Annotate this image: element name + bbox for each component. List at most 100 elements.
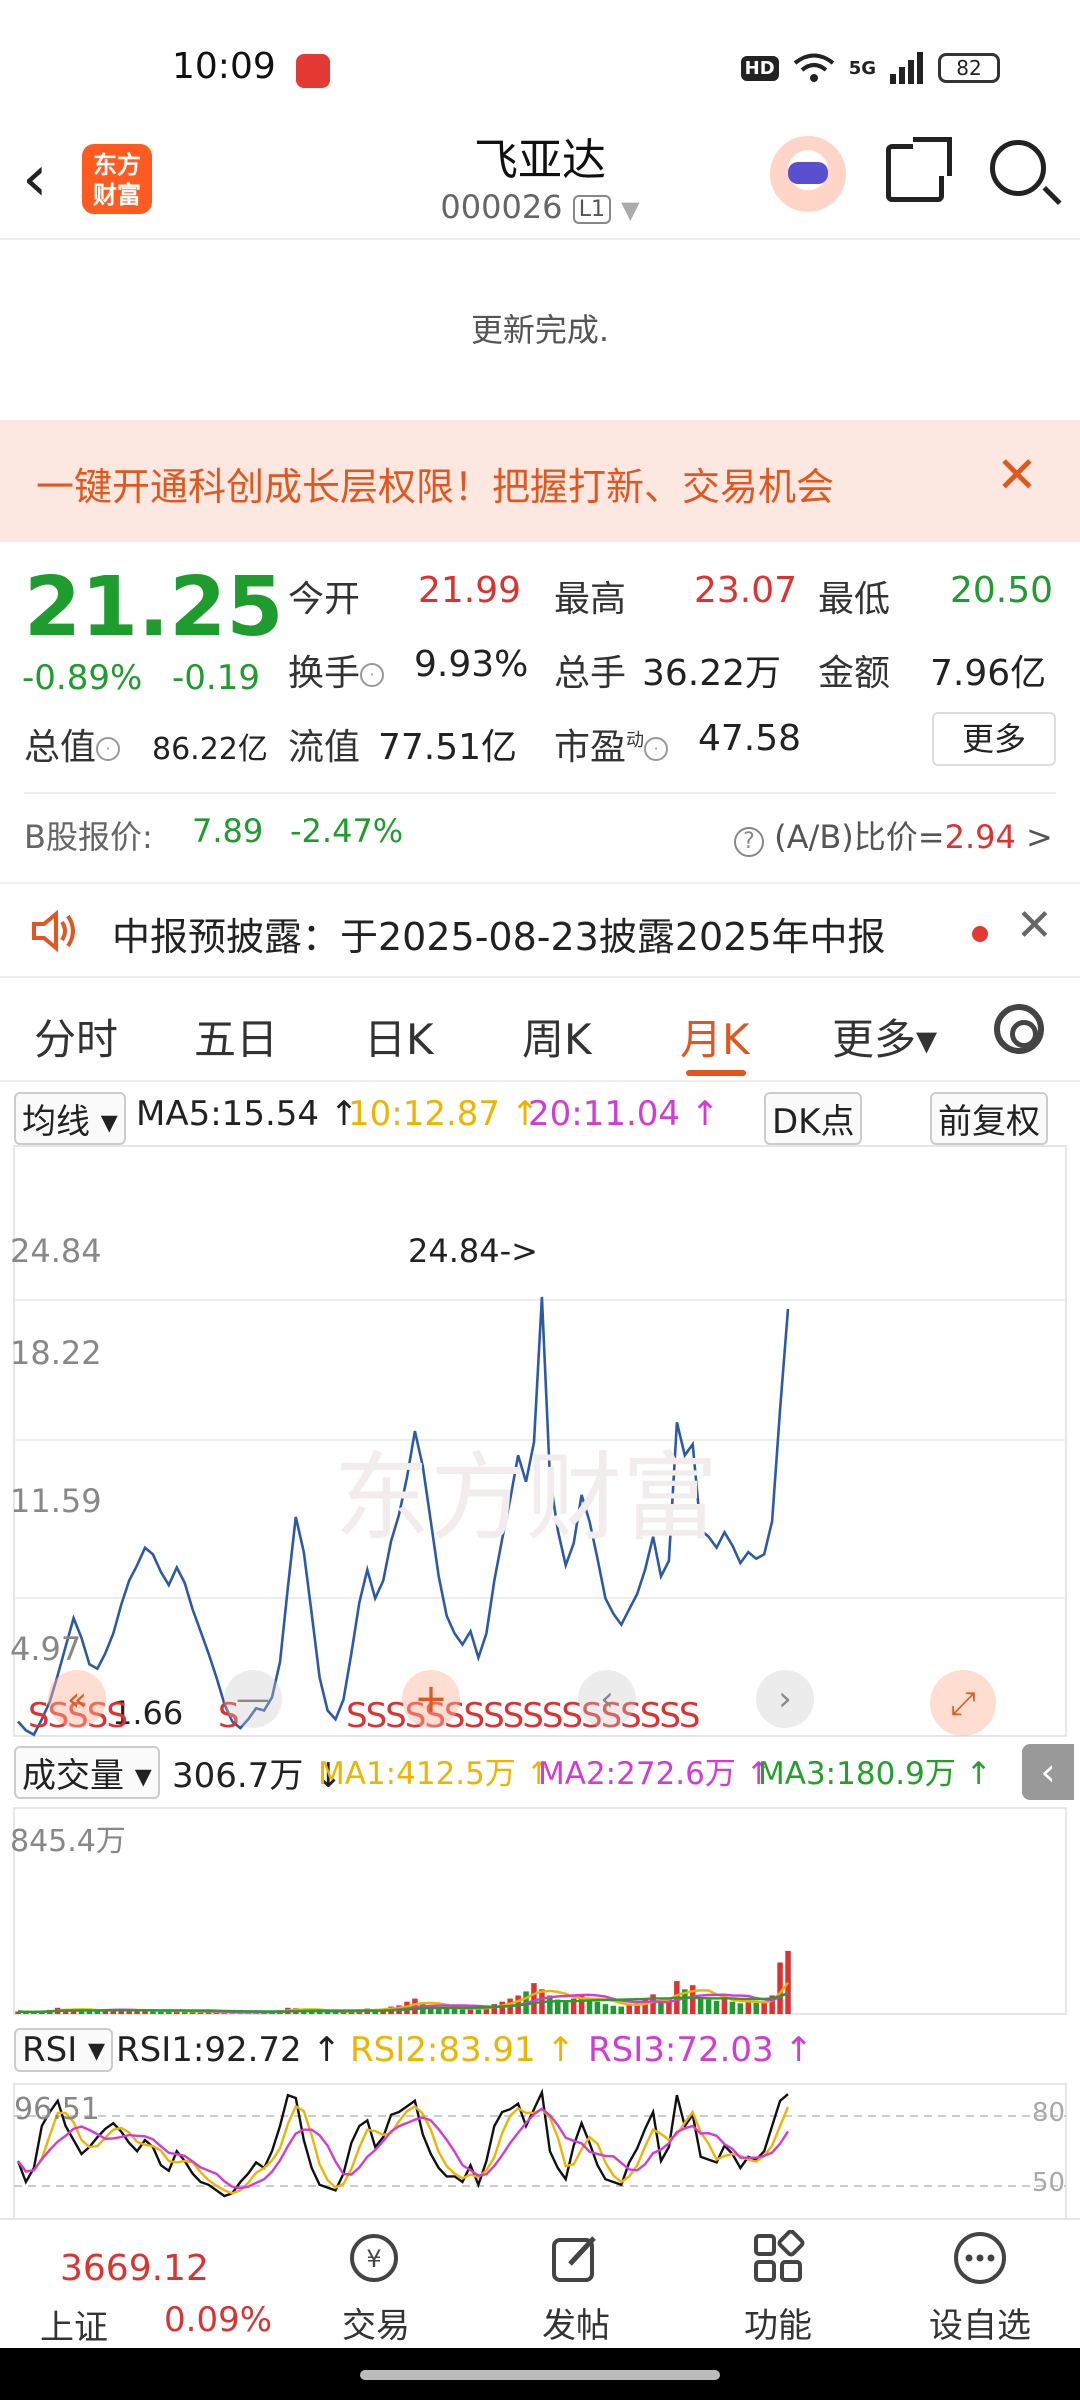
index-percent[interactable]: 0.09%: [164, 2300, 272, 2340]
tab-monthly-k[interactable]: 月K: [680, 1006, 750, 1067]
collapse-panel-icon[interactable]: ‹: [1022, 1744, 1074, 1800]
post-icon[interactable]: [548, 2230, 604, 2286]
index-value[interactable]: 3669.12: [60, 2248, 209, 2289]
network-5g-icon: 5G: [848, 57, 876, 79]
rsi2-value: RSI2:83.91 ↑: [350, 2030, 575, 2070]
search-icon[interactable]: [990, 140, 1046, 196]
turnover-label: 换手 ·: [288, 644, 385, 696]
info-icon[interactable]: ·: [360, 663, 385, 687]
close-icon[interactable]: ✕: [996, 446, 1038, 504]
nav-trade[interactable]: 交易: [306, 2298, 446, 2347]
fullscreen-icon[interactable]: ⤢: [930, 1670, 996, 1736]
change-percent: -0.89%: [22, 658, 143, 698]
turnover-label-text: 换手: [288, 653, 361, 694]
index-name[interactable]: 上证: [40, 2300, 108, 2349]
trade-icon[interactable]: ¥: [346, 2230, 402, 2286]
volume-bar: [690, 1985, 696, 2014]
b-share-percent: -2.47%: [290, 812, 404, 850]
rsi-panel-frame: [13, 2083, 1067, 2225]
home-indicator[interactable]: [360, 2370, 720, 2380]
rsi-select[interactable]: RSI ▾: [14, 2028, 114, 2072]
change-amount: -0.19: [172, 658, 260, 698]
ab-ratio[interactable]: ? (A/B)比价=2.94 >: [734, 812, 1053, 858]
tab-five-day[interactable]: 五日: [194, 1006, 278, 1067]
tab-intraday[interactable]: 分时: [34, 1006, 118, 1067]
rsi1-value: RSI1:92.72 ↑: [116, 2030, 341, 2070]
vol-ma1-text: MA1:412.5万: [318, 1756, 516, 1792]
app-notification-icon: [296, 54, 330, 88]
promo-banner[interactable]: 一键开通科创成长层权限！把握打新、交易机会 ✕: [0, 420, 1080, 542]
mktcap-label: 总值 ·: [24, 718, 121, 770]
ma10-text: 10:12.87: [348, 1094, 501, 1134]
dk-point-button[interactable]: DK点: [764, 1092, 863, 1145]
rsi3-value: RSI3:72.03 ↑: [588, 2030, 813, 2070]
mktcap-value: 86.22亿: [152, 732, 268, 767]
more-button[interactable]: 更多: [932, 712, 1056, 766]
rsi-panel: [13, 2083, 1067, 2225]
volume-value: 36.22万: [642, 653, 782, 694]
ai-assistant-icon[interactable]: [770, 136, 846, 212]
high-label: 最高: [554, 579, 627, 620]
ab-ratio-value: 2.94: [944, 818, 1016, 856]
next-icon[interactable]: ›: [756, 1670, 814, 1728]
volume-bar: [697, 1997, 704, 2014]
tab-weekly-k[interactable]: 周K: [522, 1006, 592, 1067]
close-icon[interactable]: ✕: [1016, 900, 1053, 951]
vol-ma2: MA2:272.6万 ↑: [538, 1756, 772, 1792]
stock-code-text: 000026: [440, 188, 563, 226]
high-value: 23.07: [694, 570, 798, 611]
volume-bar: [721, 1999, 728, 2014]
hd-icon: HD: [740, 55, 779, 81]
info-icon[interactable]: ·: [644, 737, 669, 761]
promo-text[interactable]: 一键开通科创成长层权限！把握打新、交易机会: [36, 456, 834, 511]
pe-value: 47.58: [698, 718, 802, 759]
volume-bar: [610, 2005, 617, 2014]
rsi2-text: RSI2:83.91: [350, 2030, 536, 2070]
prev-icon[interactable]: ‹: [578, 1670, 636, 1728]
mktcap-label-text: 总值: [24, 727, 97, 768]
share-icon[interactable]: [886, 137, 952, 202]
volume-select[interactable]: 成交量 ▾: [14, 1746, 160, 1799]
volume-bar: [451, 2009, 458, 2014]
volume-bar: [705, 1999, 712, 2014]
chevron-right-icon: >: [1026, 818, 1053, 856]
ma20-value: 20:11.04 ↑: [528, 1094, 720, 1134]
rsi1-line: [16, 2088, 789, 2198]
volume-indicator-row: 成交量 ▾ 306.7万 ↓ MA1:412.5万 ↑ MA2:272.6万 ↑…: [0, 1744, 1080, 1800]
pe-label-text: 市盈: [554, 727, 627, 768]
ma5-value: MA5:15.54 ↑: [136, 1094, 359, 1134]
nav-function[interactable]: 功能: [708, 2298, 848, 2347]
tab-daily-k[interactable]: 日K: [364, 1006, 434, 1067]
volume-bar: [785, 1950, 791, 2014]
low-label: 最低: [818, 579, 891, 620]
zoom-out-icon[interactable]: —: [224, 1670, 282, 1728]
vol-ma2-text: MA2:272.6万: [538, 1756, 736, 1792]
adjust-button[interactable]: 前复权: [930, 1092, 1048, 1145]
low-value: 20.50: [950, 570, 1054, 611]
status-bar: 10:09 HD 5G 82: [0, 0, 1080, 120]
active-tab-indicator: [686, 1070, 746, 1076]
gear-icon[interactable]: [994, 1004, 1044, 1054]
max-marker: 24.84->: [408, 1232, 538, 1270]
zoom-in-icon[interactable]: +: [402, 1670, 460, 1728]
function-grid-icon[interactable]: [750, 2230, 806, 2286]
info-icon[interactable]: ·: [96, 737, 121, 761]
nav-post[interactable]: 发帖: [506, 2298, 646, 2347]
unread-dot: [972, 926, 988, 942]
volume-panel: [13, 1807, 1067, 2015]
status-icons: HD 5G 82: [740, 52, 1000, 84]
nav-add-watchlist[interactable]: 设自选: [910, 2298, 1050, 2347]
rsi-axis-label: 80: [1032, 2098, 1066, 2128]
volume-bar: [618, 2006, 624, 2014]
scroll-left-icon[interactable]: «: [48, 1670, 106, 1728]
volume-bar: [491, 2004, 497, 2014]
tab-more[interactable]: 更多▾: [832, 1006, 937, 1067]
notice-text[interactable]: 中报预披露：于2025-08-23披露2025年中报: [112, 906, 886, 961]
kline-chart[interactable]: 24.84 18.22 11.59 4.97 24.84-> 东方财富 1.66…: [0, 1140, 1080, 2225]
volume-bar: [563, 2001, 569, 2014]
more-dots-icon[interactable]: [952, 2230, 1008, 2286]
notice-bar[interactable]: 中报预披露：于2025-08-23披露2025年中报 ✕: [0, 882, 1080, 978]
help-icon[interactable]: ?: [734, 827, 764, 857]
ma-select[interactable]: 均线 ▾: [14, 1092, 126, 1145]
update-status: 更新完成.: [470, 311, 610, 349]
